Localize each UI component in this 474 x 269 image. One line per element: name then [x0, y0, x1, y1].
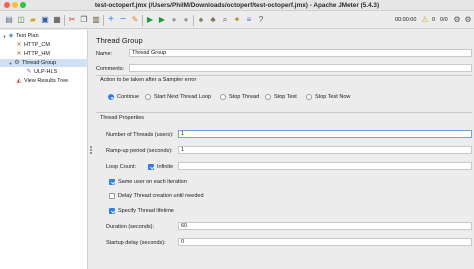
same-user-checkbox[interactable] — [109, 179, 115, 185]
duration-field[interactable]: 60 — [178, 222, 472, 230]
collapse-all-icon[interactable]: − — [118, 15, 128, 25]
toolbar-separator — [193, 15, 194, 26]
name-label: Name: — [96, 51, 113, 57]
thread-lifetime-label: Specify Thread lifetime — [118, 208, 174, 214]
threads-ratio: 0/0 — [440, 17, 448, 23]
search-icon[interactable]: ⌕ — [220, 15, 230, 25]
save-as-icon[interactable]: ▦ — [52, 15, 62, 25]
tree-item-label: HTTP_CM — [24, 42, 50, 48]
stop-test-label: Stop Test — [274, 94, 297, 100]
name-field[interactable]: Thread Group — [129, 49, 472, 57]
paste-icon[interactable]: ▥ — [91, 15, 101, 25]
continue-radio[interactable] — [108, 94, 114, 100]
elapsed-timer: 00:00:00 — [395, 17, 417, 23]
toolbar-separator — [103, 15, 104, 26]
toolbar: ▤ ◫ ▰ ▣ ▦ ✂ ❐ ▥ + − ✎ ▶ ▶ ● ● ♠ ♣ ⌕ ✦ ≡ … — [0, 12, 474, 29]
same-user-label: Same user on each iteration — [118, 179, 187, 185]
thread-group-panel: Thread Group Name: Thread Group Comments… — [94, 30, 474, 269]
stop-icon[interactable]: ● — [169, 15, 179, 25]
continue-label: Continue — [117, 94, 140, 100]
comments-field[interactable] — [129, 64, 472, 72]
remote-start-icon[interactable]: ⚙ — [452, 15, 462, 25]
thread-properties-label: Thread Properties — [100, 115, 145, 121]
stop-thread-radio[interactable] — [220, 94, 226, 100]
sampler-icon: ✎ — [26, 69, 32, 75]
tree-item-label: Thread Group — [22, 60, 57, 66]
warning-count: 0 — [432, 17, 436, 23]
copy-icon[interactable]: ❐ — [79, 15, 89, 25]
new-file-icon[interactable]: ▤ — [4, 15, 14, 25]
shutdown-icon[interactable]: ● — [181, 15, 191, 25]
toolbar-separator — [64, 15, 65, 26]
config-element-icon: ✕ — [16, 51, 22, 57]
duration-label: Duration (seconds): — [106, 224, 154, 230]
stop-thread-label: Stop Thread — [229, 94, 260, 100]
group-border — [96, 75, 472, 76]
clear-icon[interactable]: ♠ — [196, 15, 206, 25]
infinite-label: Infinite — [157, 164, 174, 170]
tree-item-thread-group[interactable]: ▼ ⚙ Thread Group — [0, 59, 88, 67]
tree-item-label: Test Plan — [16, 33, 39, 39]
test-plan-tree: ▼ ◈ Test Plan ✕ HTTP_CM ✕ HTTP_HM ▼ ⚙ Th… — [0, 30, 88, 269]
rampup-label: Ramp-up period (seconds): — [106, 148, 173, 154]
reset-search-icon[interactable]: ✦ — [232, 15, 242, 25]
start-no-pauses-icon[interactable]: ▶ — [157, 15, 167, 25]
tree-item-label: HTTP_HM — [24, 51, 50, 57]
splitter-grip — [90, 152, 92, 154]
thread-lifetime-checkbox[interactable] — [109, 208, 115, 214]
threads-label: Number of Threads (users): — [106, 132, 174, 138]
cut-icon[interactable]: ✂ — [67, 15, 77, 25]
toolbar-separator — [142, 15, 143, 26]
thread-group-icon: ⚙ — [14, 60, 20, 66]
infinite-checkbox[interactable] — [148, 164, 154, 170]
start-icon[interactable]: ▶ — [145, 15, 155, 25]
start-next-thread-loop-label: Start Next Thread Loop — [154, 94, 212, 100]
toggle-icon[interactable]: ✎ — [130, 15, 140, 25]
group-border — [96, 112, 472, 113]
startup-delay-label: Startup delay (seconds): — [106, 240, 166, 246]
remote-stop-icon[interactable]: ⚙ — [463, 15, 473, 25]
start-next-thread-loop-radio[interactable] — [145, 94, 151, 100]
tree-item-view-results-tree[interactable]: ◭ View Results Tree — [0, 77, 88, 85]
stop-test-radio[interactable] — [265, 94, 271, 100]
splitter-grip — [90, 149, 92, 151]
tree-item-label: View Results Tree — [24, 78, 69, 84]
comments-label: Comments: — [96, 66, 125, 72]
help-icon[interactable]: ? — [256, 15, 266, 25]
save-icon[interactable]: ▣ — [40, 15, 50, 25]
tree-item-ulp-hls[interactable]: ✎ ULP-HLS — [0, 68, 88, 76]
tree-item-http-cm[interactable]: ✕ HTTP_CM — [0, 41, 88, 49]
threads-field[interactable]: 1 — [178, 130, 472, 138]
delay-thread-creation-label: Delay Thread creation until needed — [118, 193, 204, 199]
stop-test-now-label: Stop Test Now — [315, 94, 351, 100]
panel-heading: Thread Group — [96, 36, 143, 45]
rampup-field[interactable]: 1 — [178, 146, 472, 154]
config-element-icon: ✕ — [16, 42, 22, 48]
tree-item-test-plan[interactable]: ▼ ◈ Test Plan — [0, 32, 88, 40]
loop-count-field[interactable] — [178, 162, 472, 170]
open-folder-icon[interactable]: ▰ — [28, 15, 38, 25]
clear-all-icon[interactable]: ♣ — [208, 15, 218, 25]
startup-delay-field[interactable]: 0 — [178, 238, 472, 246]
stop-test-now-radio[interactable] — [306, 94, 312, 100]
function-helper-icon[interactable]: ≡ — [244, 15, 254, 25]
tree-item-label: ULP-HLS — [34, 69, 58, 75]
listener-icon: ◭ — [16, 78, 22, 84]
chevron-down-icon[interactable]: ▼ — [2, 34, 7, 39]
warning-icon[interactable]: ⚠ — [420, 15, 430, 25]
splitter-grip — [90, 146, 92, 148]
window-title: test-octoperf.jmx (/Users/PhilM/Download… — [94, 2, 380, 9]
title-bar: test-octoperf.jmx (/Users/PhilM/Download… — [0, 0, 474, 11]
loop-count-label: Loop Count: — [106, 164, 136, 170]
test-plan-icon: ◈ — [8, 33, 14, 39]
chevron-down-icon[interactable]: ▼ — [8, 61, 13, 66]
sampler-error-label: Action to be taken after a Sampler error — [100, 77, 197, 83]
expand-all-icon[interactable]: + — [106, 15, 116, 25]
delay-thread-creation-checkbox[interactable] — [109, 193, 115, 199]
tree-item-http-hm[interactable]: ✕ HTTP_HM — [0, 50, 88, 58]
templates-icon[interactable]: ◫ — [16, 15, 26, 25]
